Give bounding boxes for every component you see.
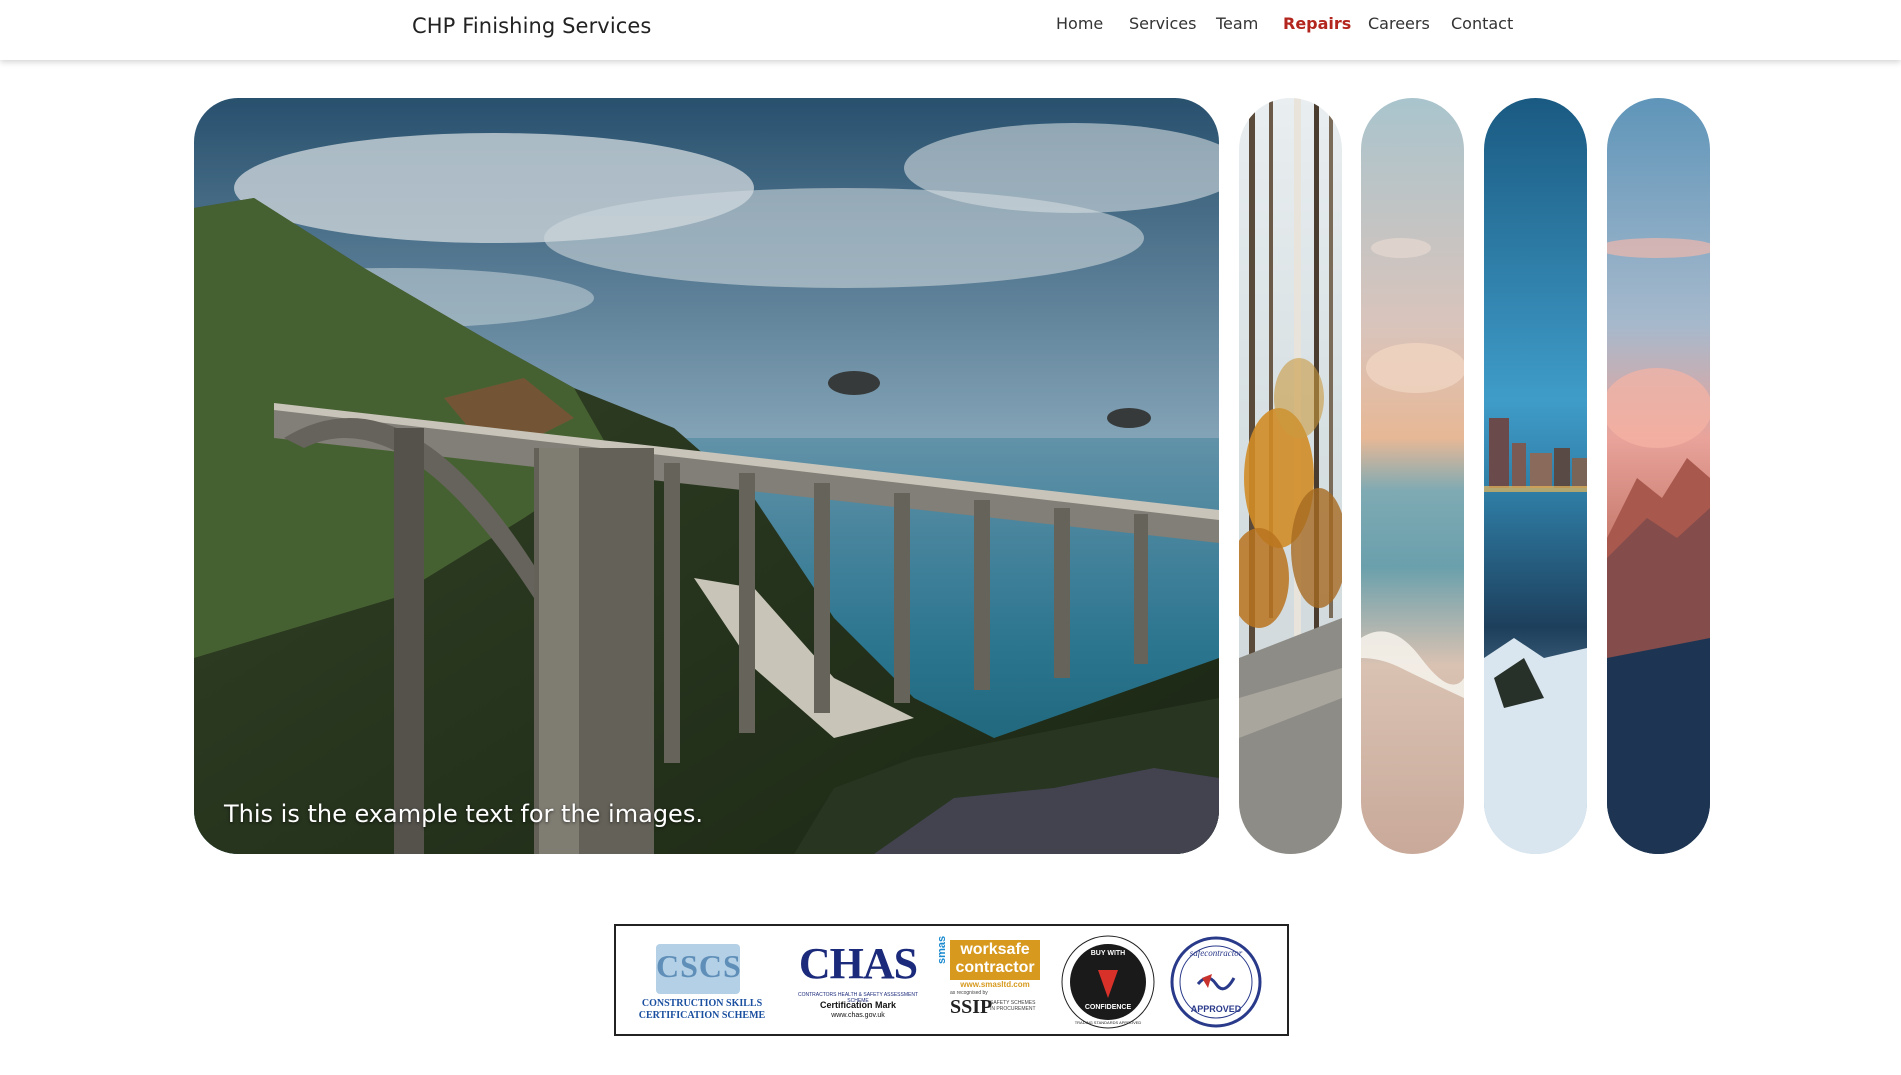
ssip-text: SAFETY SCHEMES IN PROCUREMENT bbox=[990, 1000, 1036, 1012]
bwc-bottom-text: CONFIDENCE bbox=[1084, 1004, 1132, 1011]
chas-logo: CHAS bbox=[798, 939, 918, 988]
accreditation-badges: CSCS CONSTRUCTION SKILLS CERTIFICATION S… bbox=[614, 924, 1289, 1036]
brand-title[interactable]: CHP Finishing Services bbox=[412, 14, 651, 38]
smas-title1: worksafe bbox=[960, 941, 1030, 958]
nav-services[interactable]: Services bbox=[1129, 14, 1196, 33]
gallery-main-image[interactable]: This is the example text for the images. bbox=[194, 98, 1219, 854]
gallery-thumb-mountain[interactable] bbox=[1607, 98, 1710, 854]
beach-sunset-image bbox=[1361, 98, 1464, 854]
cscs-badge[interactable]: CSCS CONSTRUCTION SKILLS CERTIFICATION S… bbox=[630, 934, 774, 1030]
buy-with-confidence-icon bbox=[1061, 935, 1155, 1029]
smas-title2: contractor bbox=[955, 959, 1035, 976]
smas-worksafe-badge[interactable]: smas worksafe contractor www.smasltd.com… bbox=[934, 934, 1046, 1030]
chas-url: www.chas.gov.uk bbox=[831, 1012, 885, 1019]
cscs-logo: CSCS bbox=[656, 948, 742, 984]
gallery-thumb-forest[interactable] bbox=[1239, 98, 1342, 854]
gallery-thumb-city[interactable] bbox=[1484, 98, 1587, 854]
smas-url: www.smasltd.com bbox=[960, 980, 1030, 989]
safecontractor-top-text: safecontractor bbox=[1189, 948, 1243, 958]
bwc-top-text: BUY WITH bbox=[1090, 950, 1126, 957]
buy-with-confidence-badge[interactable]: BUY WITH CONFIDENCE TRADING STANDARDS AP… bbox=[1060, 934, 1156, 1030]
cscs-line1: CONSTRUCTION SKILLS bbox=[641, 998, 763, 1009]
bridge-coast-image bbox=[194, 98, 1219, 854]
chas-mark-text: Certification Mark bbox=[819, 1000, 897, 1010]
safecontractor-badge[interactable]: safecontractor APPROVED bbox=[1168, 934, 1264, 1030]
cscs-line2: CERTIFICATION SCHEME bbox=[638, 1010, 766, 1021]
bwc-outer-text: TRADING STANDARDS APPROVED bbox=[1074, 1020, 1142, 1025]
autumn-forest-image bbox=[1239, 98, 1342, 854]
nav-home[interactable]: Home bbox=[1056, 14, 1103, 33]
nav-repairs[interactable]: Repairs bbox=[1283, 14, 1351, 33]
gallery-thumb-beach[interactable] bbox=[1361, 98, 1464, 854]
site-header: CHP Finishing Services Home Services Tea… bbox=[0, 0, 1901, 60]
nav-team[interactable]: Team bbox=[1216, 14, 1258, 33]
smas-brand: smas bbox=[936, 935, 948, 964]
safecontractor-bottom-text: APPROVED bbox=[1190, 1004, 1242, 1014]
nav-contact[interactable]: Contact bbox=[1451, 14, 1513, 33]
nav-careers[interactable]: Careers bbox=[1368, 14, 1430, 33]
chas-badge[interactable]: CHAS CONTRACTORS HEALTH & SAFETY ASSESSM… bbox=[790, 934, 926, 1030]
city-waterfront-image bbox=[1484, 98, 1587, 854]
mountain-sunset-image bbox=[1607, 98, 1710, 854]
ssip-logo: SSIP bbox=[950, 996, 993, 1018]
gallery-caption: This is the example text for the images. bbox=[224, 800, 703, 828]
